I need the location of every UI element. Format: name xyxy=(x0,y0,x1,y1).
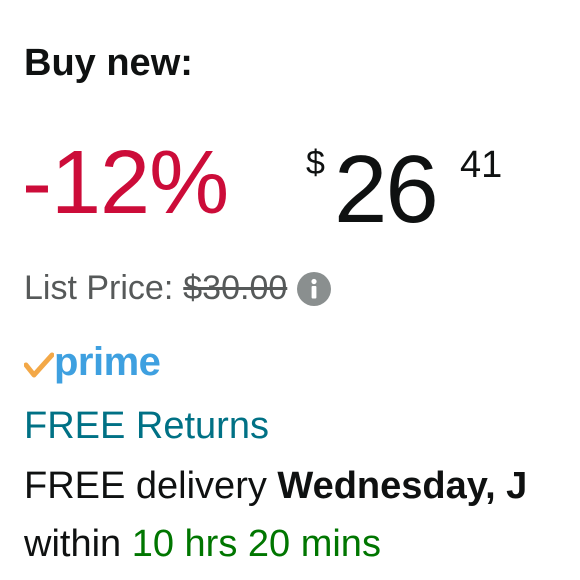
buy-new-heading: Buy new: xyxy=(24,42,193,84)
check-icon xyxy=(23,347,55,381)
list-price-value: $30.00 xyxy=(183,269,288,307)
list-price-label: List Price: xyxy=(24,269,174,307)
list-price: List Price: $30.00 xyxy=(24,269,332,307)
delivery-info: FREE delivery Wednesday, J xyxy=(24,465,528,508)
buy-box: Buy new: -12% $ 26 41 List Price: $30.00… xyxy=(0,0,580,580)
countdown-timer: 10 hrs 20 mins xyxy=(131,523,381,565)
discount-percentage: -12% xyxy=(22,133,229,233)
delivery-prefix: FREE delivery xyxy=(24,465,278,507)
price-whole: 26 xyxy=(334,136,439,243)
free-returns-link[interactable]: FREE Returns xyxy=(24,405,269,448)
prime-logo-text: prime xyxy=(54,340,161,384)
within-prefix: within xyxy=(24,523,132,565)
delivery-date: Wednesday, J xyxy=(277,465,528,507)
price-currency-symbol: $ xyxy=(306,144,325,182)
price-fraction: 41 xyxy=(460,144,503,186)
info-icon[interactable] xyxy=(297,271,332,306)
prime-badge: prime xyxy=(23,340,161,386)
order-within: within 10 hrs 20 mins xyxy=(24,523,381,566)
